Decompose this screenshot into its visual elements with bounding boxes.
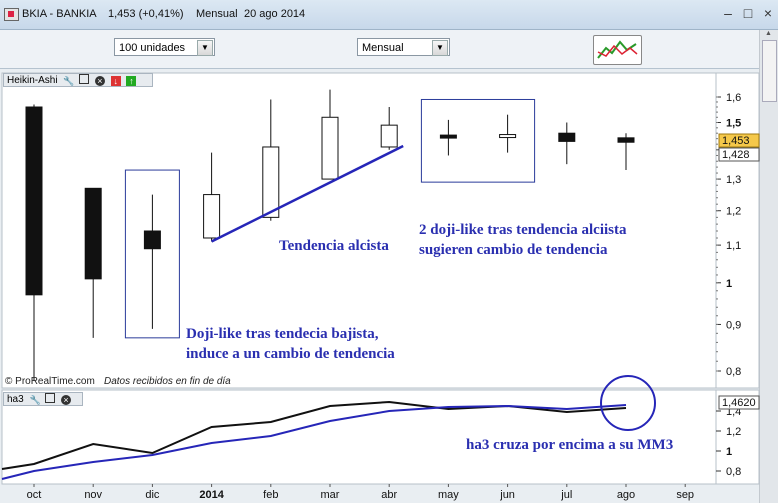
indicator-axis-label: 1 <box>726 446 732 458</box>
watermark-note: Datos recibidos en fin de día <box>104 376 231 387</box>
x-axis-label: feb <box>263 489 278 501</box>
x-axis-label: may <box>438 489 459 501</box>
x-axis-label: abr <box>381 489 397 501</box>
x-axis-label: nov <box>84 489 102 501</box>
indicator-pane-name: ha3 <box>7 394 24 405</box>
annotation-doji-top-2: sugieren cambio de tendencia <box>419 242 608 258</box>
open-price-label: 1,428 <box>722 149 750 161</box>
x-axis-label: ago <box>617 489 635 501</box>
price-axis-label: 0,9 <box>726 319 741 331</box>
candle-body <box>203 194 221 239</box>
candle-body <box>84 187 102 280</box>
price-axis-label: 0,8 <box>726 366 741 378</box>
annotation-ha3-cross: ha3 cruza por encima a su MM3 <box>466 437 673 453</box>
x-axis-label: jul <box>560 489 572 501</box>
annotation-doji-top-1: 2 doji-like tras tendencia alciista <box>419 222 627 238</box>
indicator-value-label: 1,4620 <box>722 397 756 409</box>
close-icon[interactable]: × <box>94 76 105 86</box>
price-axis-label: 1 <box>726 278 732 290</box>
wrench-icon[interactable]: 🔧 <box>63 76 74 86</box>
price-pane-name: Heikin-Ashi <box>7 75 58 86</box>
candle-body <box>143 230 161 250</box>
x-axis-label: oct <box>27 489 42 501</box>
last-price-label: 1,453 <box>722 135 750 147</box>
annotation-doji-bottom-2: induce a un cambio de tendencia <box>186 346 395 362</box>
x-axis-label: jun <box>499 489 515 501</box>
candle-body <box>499 134 517 139</box>
indicator-axis-label: 0,8 <box>726 466 741 478</box>
arrow-up-icon[interactable]: ↑ <box>126 76 137 86</box>
candle-body <box>558 132 576 142</box>
candle-body <box>439 134 457 139</box>
annotation-uptrend: Tendencia alcista <box>279 238 389 254</box>
x-axis-label: mar <box>321 489 340 501</box>
watermark: © ProRealTime.com <box>5 376 95 387</box>
arrow-down-icon[interactable]: ↓ <box>110 76 121 86</box>
indicator-axis-label: 1,2 <box>726 426 741 438</box>
window-icon[interactable] <box>45 393 56 403</box>
candle-body <box>25 106 43 296</box>
candle-body <box>321 116 339 180</box>
x-axis-label: dic <box>145 489 160 501</box>
indicator-pane-header: ha3 🔧 × <box>3 392 83 406</box>
candle-body <box>617 137 635 143</box>
price-axis-label: 1,2 <box>726 206 741 218</box>
x-axis-label: sep <box>676 489 694 501</box>
x-axis-label: 2014 <box>199 489 224 501</box>
candle-body <box>262 146 280 218</box>
candle-body <box>380 124 398 148</box>
close-icon[interactable]: × <box>61 395 72 405</box>
price-axis-label: 1,5 <box>726 118 741 130</box>
window-icon[interactable] <box>79 74 90 84</box>
wrench-icon[interactable]: 🔧 <box>29 395 40 405</box>
price-axis-label: 1,3 <box>726 174 741 186</box>
price-axis-label: 1,6 <box>726 92 741 104</box>
price-axis-label: 1,1 <box>726 240 741 252</box>
annotation-doji-bottom-1: Doji-like tras tendecia bajista, <box>186 326 379 342</box>
price-pane-header: Heikin-Ashi 🔧 × ↓ ↑ <box>3 73 153 87</box>
